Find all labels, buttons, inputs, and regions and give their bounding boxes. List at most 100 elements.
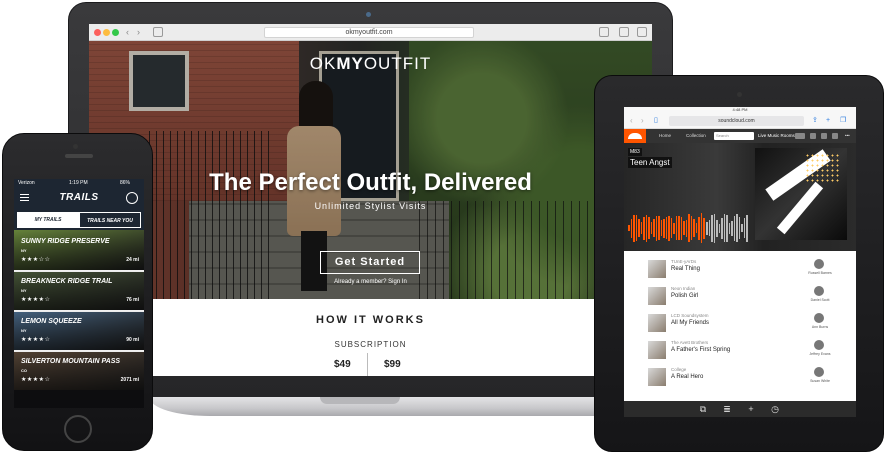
price-basic[interactable]: $49 — [334, 359, 351, 370]
phone: Verizon 1:19 PM 86% TRAILS MY TRAILS TRA… — [2, 133, 153, 451]
minimize-window-button[interactable] — [103, 29, 110, 36]
status-time: 1:19 PM — [69, 180, 88, 186]
waveform[interactable] — [628, 213, 748, 243]
add-tab-icon[interactable]: + — [746, 404, 756, 414]
stream-tab-icon[interactable]: ⧉ — [698, 404, 708, 414]
waveform-bar — [685, 219, 688, 237]
waveform-bar — [648, 217, 650, 239]
track-title[interactable]: All My Friends — [671, 320, 709, 326]
trail-distance: 90 mi — [126, 337, 139, 343]
list-item[interactable]: College A Real Hero Susan White — [624, 366, 856, 393]
trail-rating: ★★★★☆ — [21, 337, 51, 343]
soundcloud-logo-icon[interactable] — [624, 129, 646, 143]
reposter-name[interactable]: Ann Burns — [800, 325, 840, 329]
list-item[interactable]: SUNNY RIDGE PRESERVE NY ★★★☆☆ 24 mi — [14, 230, 144, 270]
waveform-bar — [731, 220, 733, 236]
track-title[interactable]: Real Thing — [671, 266, 700, 272]
messages-icon[interactable] — [832, 133, 838, 139]
track-title[interactable]: A Father's First Spring — [671, 347, 730, 353]
waveform-bar — [653, 219, 655, 237]
waveform-bar — [743, 218, 746, 238]
list-item[interactable]: TUnE-yArDs Real Thing Russell Barnes — [624, 258, 856, 285]
waveform-bar — [718, 223, 721, 233]
nav-collection[interactable]: Collection — [686, 129, 706, 143]
trail-name: SILVERTON MOUNTAIN PASS — [21, 358, 121, 365]
track-artwork — [648, 287, 666, 305]
hero-artist[interactable]: M83 — [628, 148, 642, 156]
nav-live-music-rooms[interactable]: Live Music Rooms — [758, 129, 795, 143]
share-icon[interactable]: ⇪ — [812, 116, 818, 126]
bottom-tab-bar: ⧉ ≣ + ◷ — [624, 401, 856, 417]
list-item[interactable]: LEMON SQUEEZE NY ★★★★☆ 90 mi — [14, 310, 144, 350]
back-icon[interactable]: ‹ — [126, 27, 129, 37]
close-window-button[interactable] — [94, 29, 101, 36]
tabs-icon[interactable] — [619, 27, 629, 37]
avatar[interactable] — [814, 313, 824, 323]
phone-camera — [73, 144, 78, 149]
reposter-name[interactable]: Jeffrey Evans — [800, 352, 840, 356]
reposter-name[interactable]: Daniel Scott — [800, 298, 840, 302]
list-item[interactable]: BREAKNECK RIDGE TRAIL NY ★★★★☆ 76 mi — [14, 270, 144, 310]
home-button[interactable] — [64, 415, 92, 443]
site-logo[interactable]: OKMYOUTFIT — [89, 54, 652, 74]
share-icon[interactable] — [599, 27, 609, 37]
hero-section: OKMYOUTFIT The Perfect Outfit, Delivered… — [89, 41, 652, 299]
list-item[interactable]: LCD Soundsystem All My Friends Ann Burns — [624, 312, 856, 339]
list-item[interactable]: SILVERTON MOUNTAIN PASS CO ★★★★☆ 2071 mi — [14, 350, 144, 390]
list-item[interactable]: Neon Indian Polish Girl Daniel Scott — [624, 285, 856, 312]
tab-trails-near-you[interactable]: TRAILS NEAR YOU — [79, 212, 141, 228]
track-title[interactable]: A Real Hero — [671, 374, 703, 380]
get-started-button[interactable]: Get Started — [320, 251, 420, 274]
maximize-window-button[interactable] — [112, 29, 119, 36]
hero-track-title[interactable]: Teen Angst — [628, 157, 672, 168]
more-icon[interactable]: ••• — [845, 129, 850, 143]
nav-home[interactable]: Home — [659, 129, 671, 143]
trail-rating: ★★★★☆ — [21, 297, 51, 303]
stream-list: TUnE-yArDs Real Thing Russell Barnes Neo… — [624, 251, 856, 401]
subscription-label: SUBSCRIPTION — [334, 340, 407, 349]
track-artist[interactable]: LCD Soundsystem — [671, 313, 709, 318]
track-title[interactable]: Polish Girl — [671, 293, 698, 299]
avatar[interactable] — [814, 367, 824, 377]
track-artist[interactable]: The Avett Brothers — [671, 340, 708, 345]
track-artist[interactable]: College — [671, 367, 686, 372]
forward-icon[interactable]: › — [137, 27, 140, 37]
reposter-name[interactable]: Susan White — [800, 379, 840, 383]
waveform-bar — [650, 222, 653, 234]
price-premium[interactable]: $99 — [384, 359, 401, 370]
search-input[interactable]: Search — [714, 132, 754, 140]
avatar[interactable] — [814, 259, 824, 269]
address-bar[interactable]: okmyoutfit.com — [264, 27, 474, 38]
search-icon[interactable] — [126, 192, 138, 204]
list-item[interactable]: The Avett Brothers A Father's First Spri… — [624, 339, 856, 366]
new-tab-icon[interactable] — [637, 27, 647, 37]
playlist-tab-icon[interactable]: ≣ — [722, 404, 732, 414]
avatar[interactable] — [795, 133, 805, 139]
new-tab-icon[interactable]: + — [826, 116, 830, 126]
avatar[interactable] — [814, 286, 824, 296]
tab-my-trails[interactable]: MY TRAILS — [17, 212, 79, 228]
trail-shade — [14, 270, 144, 310]
more-options-icon[interactable] — [810, 133, 816, 139]
waveform-bar — [721, 217, 723, 239]
sign-in-link[interactable]: Already a member? Sign In — [89, 279, 652, 285]
waveform-bar — [688, 214, 690, 242]
track-artist[interactable]: Neon Indian — [671, 286, 695, 291]
forward-icon[interactable]: › — [641, 116, 644, 126]
track-artwork — [648, 260, 666, 278]
waveform-bar — [675, 216, 678, 240]
reposter-name[interactable]: Russell Barnes — [800, 271, 840, 275]
waveform-bar — [683, 221, 685, 235]
tabs-icon[interactable]: ❐ — [840, 116, 846, 126]
track-artist[interactable]: TUnE-yArDs — [671, 259, 696, 264]
notifications-icon[interactable] — [821, 133, 827, 139]
waveform-bar — [705, 221, 708, 235]
history-tab-icon[interactable]: ◷ — [770, 404, 780, 414]
waveform-bar — [703, 217, 705, 239]
back-icon[interactable]: ‹ — [630, 116, 633, 126]
sidebar-icon[interactable] — [153, 27, 163, 37]
avatar[interactable] — [814, 340, 824, 350]
bookmarks-icon[interactable]: ▯ — [654, 116, 658, 126]
waveform-bar — [708, 220, 711, 236]
address-bar[interactable]: soundcloud.com — [669, 116, 804, 126]
